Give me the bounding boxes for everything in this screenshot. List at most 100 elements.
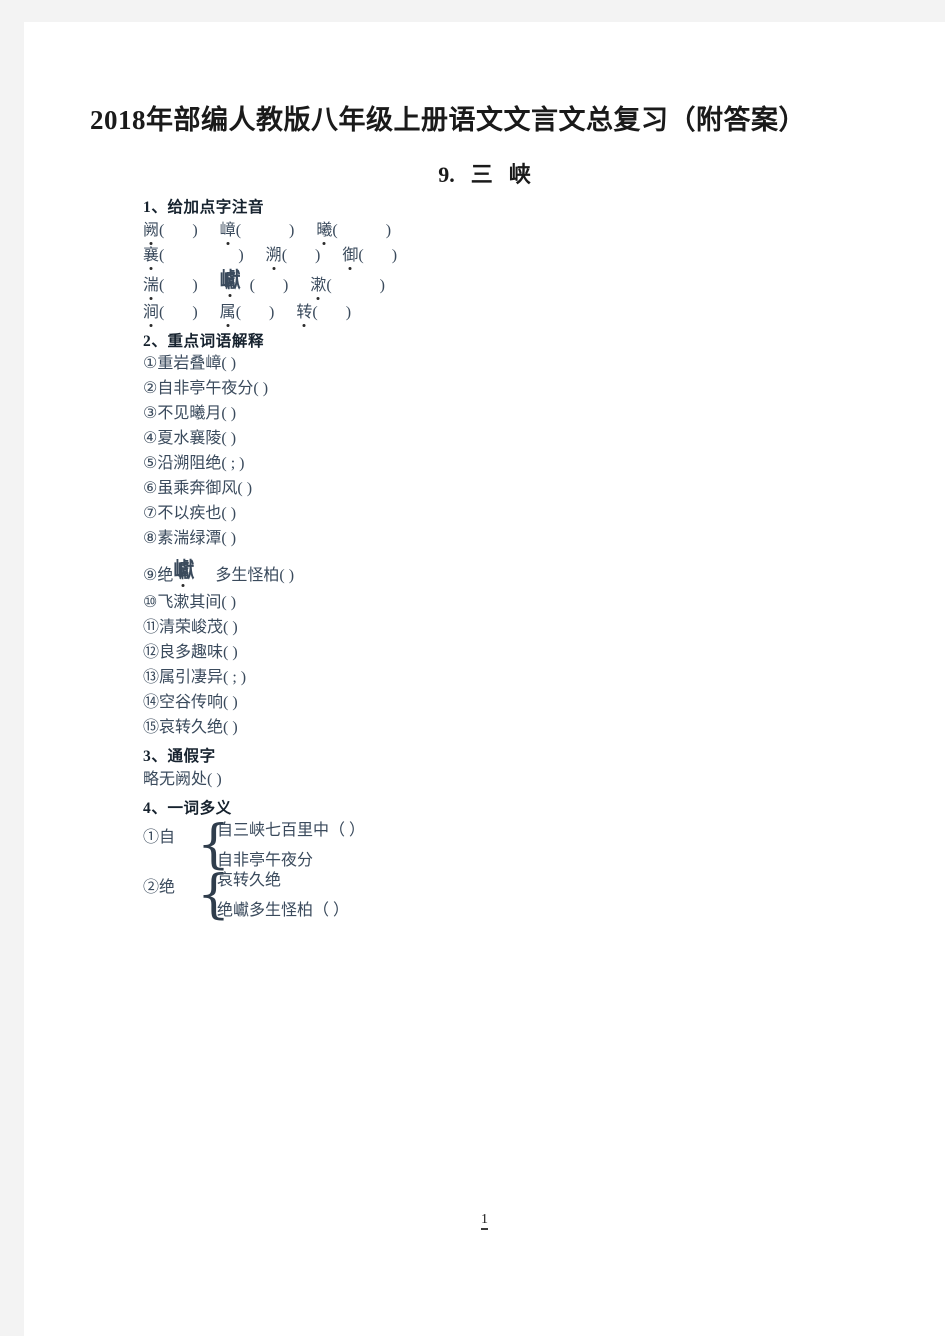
item-blank: ( ) xyxy=(221,505,237,522)
brace-icon: { xyxy=(197,815,231,875)
pronunciation-char: 嶂 xyxy=(219,221,236,239)
item-blank: ( ) xyxy=(279,567,295,584)
polysemy-key: ①自 xyxy=(143,823,197,847)
item-text: 清荣峻茂 xyxy=(159,619,224,636)
item-blank: ( ) xyxy=(223,719,238,736)
keyword-item: ⑧素湍绿潭( ) xyxy=(143,531,783,547)
pronunciation-char: 襄 xyxy=(143,246,160,264)
item-number: ① xyxy=(143,355,158,372)
item-number: ⑬ xyxy=(143,669,160,686)
item-blank: ( ) xyxy=(221,530,237,547)
item-text-emphasis: 巘 xyxy=(173,558,194,582)
keyword-item: ⑦不以疾也( ) xyxy=(143,506,783,522)
item-number: ② xyxy=(143,879,160,896)
lesson-number: 9. xyxy=(438,162,455,187)
section-heading-pronunciation: 1、给加点字注音 xyxy=(143,199,265,216)
item-number: ⑤ xyxy=(143,455,158,472)
lesson-title-a: 三 xyxy=(470,162,493,187)
pronunciation-char: 转 xyxy=(296,303,313,321)
item-blank: ( ) xyxy=(223,694,238,711)
item-text: 虽乘奔御风 xyxy=(157,480,238,497)
page-number: 1 xyxy=(24,1212,945,1230)
item-blank: ( ; ) xyxy=(221,455,245,472)
item-number: ④ xyxy=(143,430,158,447)
tongjia-item: 略无阙处( ) xyxy=(143,770,783,788)
pronunciation-char: 巘 xyxy=(219,267,241,292)
section-heading-tongjia: 3、通假字 xyxy=(143,748,216,765)
item-number: ② xyxy=(143,380,158,397)
pronunciation-char: 曦 xyxy=(316,221,333,239)
item-text: 夏水襄陵 xyxy=(157,430,222,447)
pronunciation-char: 漱 xyxy=(310,276,327,294)
item-blank: ( ) xyxy=(221,355,237,372)
pronunciation-char: 湍 xyxy=(143,276,160,294)
item-number: ⑥ xyxy=(143,480,158,497)
item-text: 自非亭午夜分 xyxy=(217,852,314,869)
item-number: ⑫ xyxy=(143,644,160,661)
pronunciation-char: 属 xyxy=(219,303,236,321)
item-blank: ( ) xyxy=(237,480,253,497)
pronunciation-char: 溯 xyxy=(265,246,282,264)
keyword-item: ⑨绝巘 多生怪柏( ) xyxy=(143,558,783,584)
item-text: 哀转久绝 xyxy=(217,872,282,889)
keyword-item: ⑥虽乘奔御风( ) xyxy=(143,481,783,497)
keyword-item: ④夏水襄陵( ) xyxy=(143,431,783,447)
page-number-value: 1 xyxy=(481,1212,488,1230)
item-number: ③ xyxy=(143,405,158,422)
keyword-item: ⑩飞漱其间( ) xyxy=(143,595,783,611)
item-number: ⑮ xyxy=(143,719,160,736)
keyword-item: ②自非亭午夜分( ) xyxy=(143,381,783,397)
item-text: 属引凄异 xyxy=(159,669,224,686)
item-blank: ( ) xyxy=(221,405,237,422)
key-char: 绝 xyxy=(159,879,176,896)
item-blank: ( ) xyxy=(207,770,222,788)
item-blank: ( ) xyxy=(221,430,237,447)
item-text: 不以疾也 xyxy=(157,505,222,522)
keyword-item: ⑭空谷传响( ) xyxy=(143,695,783,711)
pronunciation-row: 阙() 嶂() 曦() xyxy=(143,221,392,239)
pronunciation-row: 湍() 巘() 漱() xyxy=(143,267,385,294)
item-number: ⑨ xyxy=(143,567,158,584)
polysemy-group: ①自{ 自三峡七百里中（ ） 自非亭午夜分 xyxy=(143,815,783,875)
item-number: ⑧ xyxy=(143,530,158,547)
item-number: ① xyxy=(143,829,160,846)
item-blank: ( ) xyxy=(253,380,269,397)
pronunciation-row: 襄() 溯() 御() xyxy=(143,246,398,264)
polysemy-lines: 哀转久绝 绝巘多生怪柏（ ） xyxy=(217,873,349,919)
item-text: 飞漱其间 xyxy=(157,594,222,611)
item-text: 素湍绿潭 xyxy=(157,530,222,547)
pronunciation-char: 阙 xyxy=(143,221,160,239)
item-text: 重岩叠嶂 xyxy=(157,355,222,372)
polysemy-line: 自三峡七百里中（ ） xyxy=(217,823,365,839)
item-number: ⑦ xyxy=(143,505,158,522)
keyword-item: ③不见曦月( ) xyxy=(143,406,783,422)
item-text: 绝巘多生怪柏 xyxy=(217,902,314,919)
pronunciation-char: 御 xyxy=(342,246,359,264)
keyword-item: ⑬属引凄异( ; ) xyxy=(143,670,783,686)
item-blank: （ ） xyxy=(329,822,366,839)
polysemy-line: 哀转久绝 xyxy=(217,873,349,889)
polysemy-key: ②绝 xyxy=(143,873,197,897)
polysemy-group: ②绝{ 哀转久绝 绝巘多生怪柏（ ） xyxy=(143,865,783,925)
item-text: 沿溯阻绝 xyxy=(157,455,222,472)
item-text: 略无阙处 xyxy=(143,770,208,788)
item-number: ⑪ xyxy=(143,619,160,636)
lesson-title-b: 峡 xyxy=(508,162,531,187)
keyword-item: ①重岩叠嶂( ) xyxy=(143,356,783,372)
item-text-suffix: 多生怪柏 xyxy=(215,567,280,584)
item-blank: ( ) xyxy=(223,619,238,636)
keyword-item: ⑮哀转久绝( ) xyxy=(143,720,783,736)
document-body: 1、给加点字注音 阙() 嶂() 曦() 襄() 溯() 御() 湍() 巘() 漱() 涧… xyxy=(143,200,783,923)
lesson-heading: 9. 三峡 xyxy=(24,157,945,189)
keyword-item: ⑪清荣峻茂( ) xyxy=(143,620,783,636)
item-blank: （ ） xyxy=(313,902,350,919)
polysemy-line: 绝巘多生怪柏（ ） xyxy=(217,903,349,919)
item-blank: ( ; ) xyxy=(223,669,247,686)
document-page: 2018年部编人教版八年级上册语文文言文总复习（附答案） 9. 三峡 1、给加点字… xyxy=(24,22,945,1336)
item-number: ⑩ xyxy=(143,594,158,611)
brace-icon: { xyxy=(197,865,231,925)
item-text: 自非亭午夜分 xyxy=(157,380,254,397)
document-title: 2018年部编人教版八年级上册语文文言文总复习（附答案） xyxy=(90,105,806,135)
item-text: 良多趣味 xyxy=(159,644,224,661)
item-text: 哀转久绝 xyxy=(159,719,224,736)
